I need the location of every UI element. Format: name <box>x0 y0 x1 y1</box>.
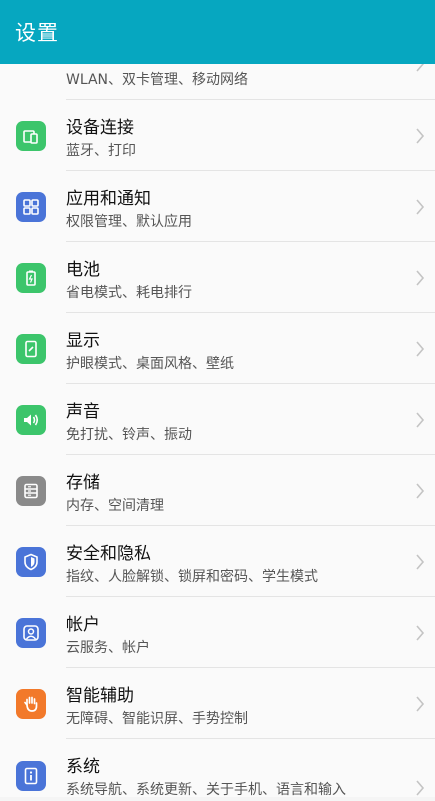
settings-item-subtitle: 指纹、人脸解锁、锁屏和密码、学生模式 <box>66 569 318 585</box>
storage-icon <box>16 475 46 506</box>
page-title: 设置 <box>15 21 59 45</box>
apps-grid-icon <box>16 191 46 222</box>
chevron-right-icon <box>414 127 426 145</box>
settings-item-title: 显示 <box>66 331 100 351</box>
settings-item-title: 存储 <box>66 473 100 493</box>
settings-item-system[interactable]: 系统 系统导航、系统更新、关于手机、语言和输入 <box>0 739 435 798</box>
settings-item-smart-assist[interactable]: 智能辅助 无障碍、智能识屏、手势控制 <box>0 668 435 739</box>
account-icon <box>16 617 46 648</box>
settings-item-title: 安全和隐私 <box>66 544 151 564</box>
speaker-icon <box>16 404 46 435</box>
chevron-right-icon <box>414 624 426 642</box>
settings-item-subtitle: WLAN、双卡管理、移动网络 <box>66 72 249 88</box>
chevron-right-icon <box>414 198 426 216</box>
settings-item-apps[interactable]: 应用和通知 权限管理、默认应用 <box>0 171 435 242</box>
settings-item-subtitle: 权限管理、默认应用 <box>66 214 192 230</box>
app-bar: 设置 <box>0 0 435 64</box>
settings-item-display[interactable]: 显示 护眼模式、桌面风格、壁纸 <box>0 313 435 384</box>
settings-item-subtitle: 蓝牙、打印 <box>66 143 136 159</box>
chevron-right-icon <box>414 553 426 571</box>
settings-item-sound[interactable]: 声音 免打扰、铃声、振动 <box>0 384 435 455</box>
settings-item-subtitle: 云服务、帐户 <box>66 640 150 656</box>
chevron-right-icon <box>414 695 426 713</box>
system-info-icon <box>16 761 46 791</box>
settings-item-subtitle: 无障碍、智能识屏、手势控制 <box>66 711 248 727</box>
chevron-right-icon <box>414 482 426 500</box>
settings-item-title: 声音 <box>66 402 100 422</box>
settings-item-title: 设备连接 <box>66 118 134 138</box>
settings-item-subtitle: 省电模式、耗电排行 <box>66 285 192 301</box>
hand-icon <box>16 688 46 719</box>
settings-item-subtitle: 免打扰、铃声、振动 <box>66 427 192 443</box>
settings-item-storage[interactable]: 存储 内存、空间清理 <box>0 455 435 526</box>
settings-item-security[interactable]: 安全和隐私 指纹、人脸解锁、锁屏和密码、学生模式 <box>0 526 435 597</box>
settings-item-subtitle: 内存、空间清理 <box>66 498 164 514</box>
chevron-right-icon <box>414 340 426 358</box>
settings-item-title: 电池 <box>66 260 100 280</box>
settings-item-accounts[interactable]: 帐户 云服务、帐户 <box>0 597 435 668</box>
settings-item-title: 帐户 <box>66 615 100 635</box>
settings-item-title: 应用和通知 <box>66 189 151 209</box>
battery-icon <box>16 262 46 293</box>
display-icon <box>16 333 46 364</box>
chevron-right-icon <box>414 779 426 797</box>
device-connection-icon <box>16 120 46 151</box>
settings-item-device-connection[interactable]: 设备连接 蓝牙、打印 <box>0 100 435 171</box>
chevron-right-icon <box>414 269 426 287</box>
settings-item-title: 系统 <box>66 757 100 777</box>
settings-item-title: 智能辅助 <box>66 686 134 706</box>
settings-item-subtitle: 护眼模式、桌面风格、壁纸 <box>66 356 234 372</box>
shield-icon <box>16 546 46 577</box>
settings-item-battery[interactable]: 电池 省电模式、耗电排行 <box>0 242 435 313</box>
settings-item-subtitle: 系统导航、系统更新、关于手机、语言和输入 <box>66 782 346 798</box>
chevron-right-icon <box>414 411 426 429</box>
